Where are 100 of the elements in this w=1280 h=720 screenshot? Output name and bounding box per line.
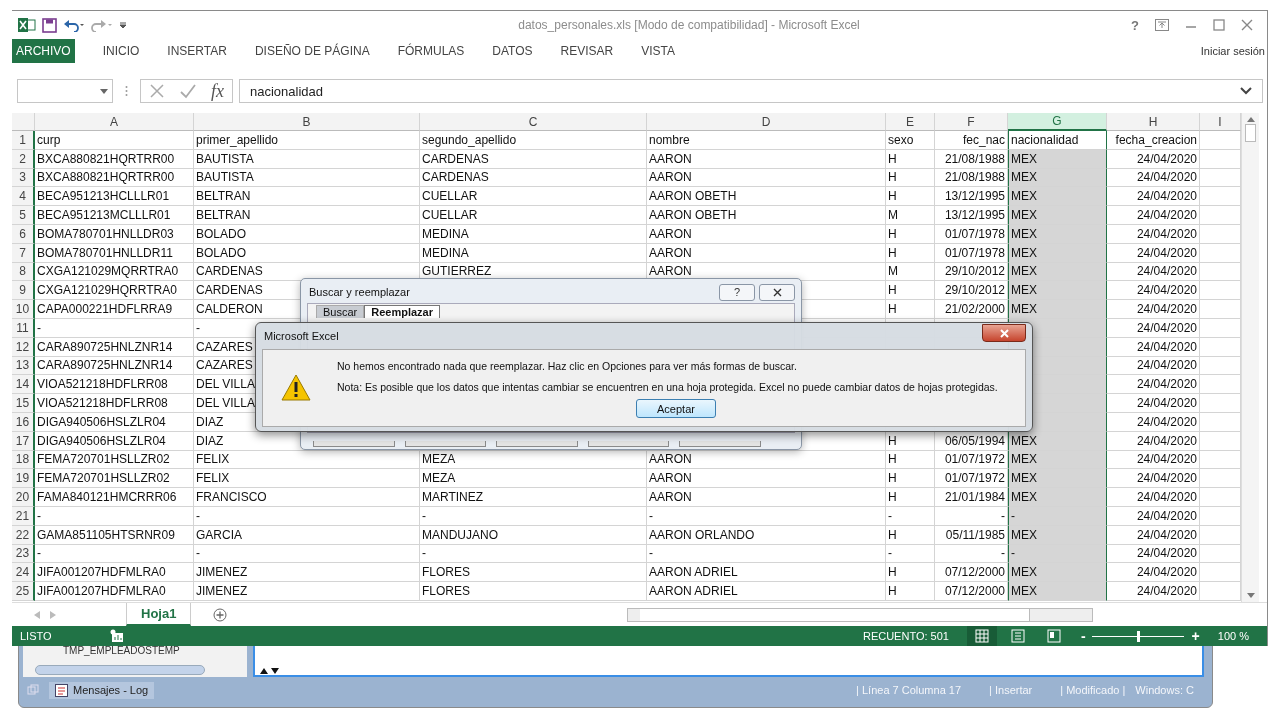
status-text: | Insertar [989, 684, 1033, 696]
table-cell: BECA951213MCLLLR01 [35, 206, 194, 225]
sign-in-link[interactable]: Iniciar sesión [1200, 45, 1267, 57]
next-sheet-icon[interactable] [50, 610, 56, 619]
file-tab[interactable]: ARCHIVO [12, 39, 75, 63]
table-cell: MEZA [420, 469, 647, 489]
cancel-icon[interactable] [149, 83, 165, 99]
ribbon-tab[interactable]: DISEÑO DE PÁGINA [240, 39, 384, 63]
column-header[interactable]: D [647, 113, 886, 131]
chevron-down-icon[interactable] [1240, 87, 1252, 95]
close-button[interactable] [759, 283, 795, 301]
table-cell: H [886, 582, 935, 601]
table-cell: 24/04/2020 [1107, 300, 1200, 319]
table-cell [1200, 394, 1241, 413]
vertical-scrollbar[interactable] [1241, 113, 1259, 602]
dialog-button[interactable] [496, 441, 578, 447]
sheet-tab[interactable]: Hoja1 [126, 603, 192, 626]
customize-caret-icon[interactable] [119, 21, 127, 29]
zoom-slider-thumb[interactable] [1136, 630, 1140, 642]
name-box[interactable] [17, 79, 113, 103]
ribbon-tab[interactable]: DATOS [478, 39, 547, 63]
close-button[interactable] [982, 324, 1026, 342]
undo-icon[interactable] [63, 18, 85, 32]
row-header[interactable]: 4 [12, 187, 35, 207]
dialog-button[interactable] [313, 441, 395, 447]
column-header[interactable]: C [420, 113, 647, 131]
table-cell: MEX [1008, 563, 1107, 583]
insert-function-button[interactable]: fx [211, 80, 224, 102]
maximize-icon[interactable] [1213, 19, 1225, 31]
add-sheet-icon[interactable] [213, 607, 228, 622]
scrollbar-thumb[interactable] [1245, 124, 1256, 142]
excel-logo-icon[interactable] [18, 17, 36, 33]
dialog-tab[interactable]: Buscar [316, 305, 365, 318]
dialog-button[interactable] [404, 441, 487, 447]
row-header[interactable]: 14 [12, 375, 35, 395]
redo-icon[interactable] [91, 18, 113, 32]
table-cell: 24/04/2020 [1107, 206, 1200, 225]
ribbon-tab[interactable]: FÓRMULAS [383, 39, 479, 63]
table-cell: JIMENEZ [194, 563, 420, 583]
table-cell: 24/04/2020 [1107, 394, 1200, 413]
status-text: Windows: C [1135, 684, 1194, 696]
table-cell: MEX [1008, 300, 1107, 319]
scroll-down-icon[interactable] [1246, 593, 1255, 598]
ribbon-tab[interactable]: INICIO [88, 39, 154, 63]
log-icon [55, 683, 68, 697]
table-cell: 24/04/2020 [1107, 563, 1200, 583]
check-icon[interactable] [179, 83, 197, 99]
table-cell: JIFA001207HDFMLRA0 [35, 582, 194, 601]
zoom-in-button[interactable]: + [1191, 628, 1200, 644]
help-button[interactable]: ? [719, 283, 755, 301]
table-cell: H [886, 187, 935, 207]
ribbon-tab[interactable]: INSERTAR [153, 39, 241, 63]
select-all-corner[interactable] [12, 113, 35, 131]
table-cell: CUELLAR [420, 187, 647, 207]
windows-icon[interactable] [27, 684, 39, 696]
ribbon-display-icon[interactable] [1155, 19, 1169, 31]
row-header[interactable]: 25 [12, 582, 35, 601]
close-icon[interactable] [1241, 19, 1253, 31]
row-header[interactable]: 24 [12, 563, 35, 583]
view-button[interactable] [966, 626, 997, 646]
table-cell: MEX [1008, 206, 1107, 225]
column-header[interactable]: G [1008, 113, 1107, 131]
zoom-out-button[interactable]: - [1080, 628, 1086, 644]
dialog-button[interactable] [587, 441, 670, 447]
row-header[interactable]: 1 [12, 131, 35, 150]
save-icon[interactable] [42, 17, 57, 33]
row-header[interactable]: 19 [12, 469, 35, 489]
row-header[interactable]: 9 [12, 281, 35, 301]
row-header[interactable]: 20 [12, 488, 35, 507]
column-header[interactable]: I [1200, 113, 1241, 131]
previous-sheet-icon[interactable] [34, 610, 40, 619]
dialog-button[interactable] [679, 441, 761, 447]
sort-arrows-icon[interactable] [259, 667, 281, 675]
scrollbar-thumb[interactable] [640, 608, 1031, 621]
scroll-up-icon[interactable] [1246, 117, 1255, 122]
page-icon [1010, 629, 1025, 643]
column-header[interactable]: H [1107, 113, 1200, 131]
macro-record-icon[interactable] [109, 629, 124, 643]
table-cell: 29/10/2012 [935, 281, 1008, 301]
scrollbar-thumb[interactable] [35, 665, 205, 675]
row-header[interactable]: 15 [12, 394, 35, 413]
ribbon-tab[interactable]: REVISAR [546, 39, 628, 63]
log-tab[interactable]: Mensajes - Log [49, 681, 155, 699]
caret-icon [100, 88, 108, 94]
table-cell: AARON OBETH [647, 206, 886, 225]
ribbon-tab[interactable]: VISTA [627, 39, 690, 63]
column-header[interactable]: B [194, 113, 420, 131]
tree-item[interactable]: TMP_EMPLEADOSTEMP [63, 645, 247, 656]
horizontal-scrollbar[interactable] [627, 607, 1094, 622]
table-cell: primer_apellido [194, 131, 420, 150]
help-button[interactable]: ? [1131, 17, 1139, 33]
dialog-tab[interactable]: Reemplazar [364, 305, 440, 318]
row-header[interactable]: 10 [12, 300, 35, 319]
ok-button[interactable]: Aceptar [636, 399, 716, 418]
column-header[interactable]: F [935, 113, 1008, 131]
formula-field[interactable]: nacionalidad [239, 79, 1263, 103]
column-header[interactable]: E [886, 113, 935, 131]
table-cell: AARON ADRIEL [647, 563, 886, 583]
column-header[interactable]: A [35, 113, 194, 131]
row-header[interactable]: 5 [12, 206, 35, 225]
